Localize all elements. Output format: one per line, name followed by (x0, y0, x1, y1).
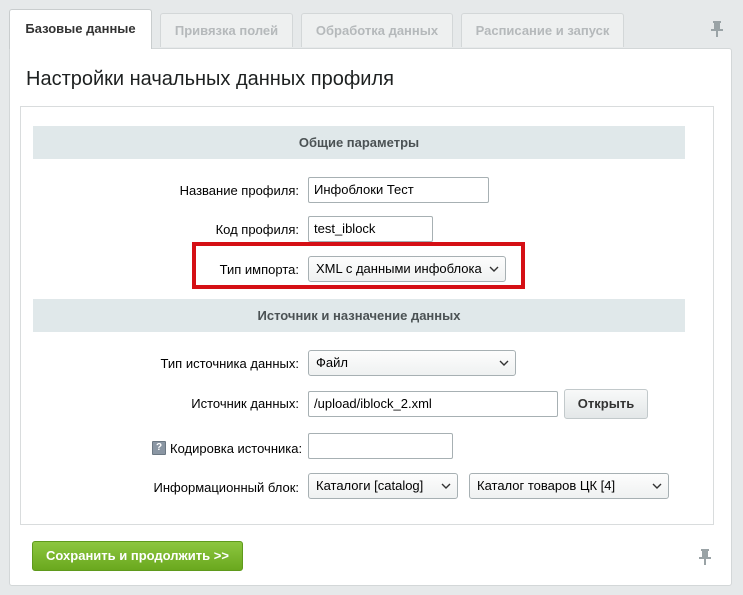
profile-name-label: Название профиля: (179, 183, 299, 198)
iblock-select[interactable]: Каталог товаров ЦК [4] (469, 473, 669, 499)
profile-code-label: Код профиля: (215, 222, 299, 237)
source-label: Источник данных: (191, 396, 299, 411)
iblock-type-select[interactable]: Каталоги [catalog] (308, 473, 458, 499)
pin-icon[interactable] (710, 20, 724, 38)
source-type-value: Файл (316, 355, 348, 370)
tab-field-binding[interactable]: Привязка полей (160, 13, 293, 47)
chevron-down-icon (499, 360, 509, 366)
iblock-value: Каталог товаров ЦК [4] (477, 478, 616, 493)
help-icon[interactable]: ? (152, 441, 166, 455)
iblock-label: Информационный блок: (153, 480, 299, 495)
source-type-label: Тип источника данных: (160, 356, 299, 371)
source-input[interactable]: /upload/iblock_2.xml (308, 391, 558, 417)
pin-icon[interactable] (698, 548, 712, 566)
open-button[interactable]: Открыть (564, 389, 648, 419)
page-title: Настройки начальных данных профиля (26, 68, 394, 90)
encoding-label: Кодировка источника: (170, 441, 303, 456)
import-type-highlight (192, 242, 525, 289)
main-panel: Настройки начальных данных профиля Общие… (9, 48, 732, 586)
chevron-down-icon (441, 483, 451, 489)
save-continue-button[interactable]: Сохранить и продолжить >> (32, 541, 243, 571)
chevron-down-icon (652, 483, 662, 489)
encoding-input[interactable] (308, 433, 453, 459)
profile-name-input[interactable]: Инфоблоки Тест (308, 177, 489, 203)
profile-code-input[interactable]: test_iblock (308, 216, 433, 242)
tab-basic-data[interactable]: Базовые данные (9, 9, 152, 49)
tab-schedule[interactable]: Расписание и запуск (461, 13, 624, 47)
section-source-header: Источник и назначение данных (33, 299, 685, 332)
source-type-select[interactable]: Файл (308, 350, 516, 376)
section-general-header: Общие параметры (33, 126, 685, 159)
tab-data-processing[interactable]: Обработка данных (301, 13, 453, 47)
iblock-type-value: Каталоги [catalog] (316, 478, 424, 493)
